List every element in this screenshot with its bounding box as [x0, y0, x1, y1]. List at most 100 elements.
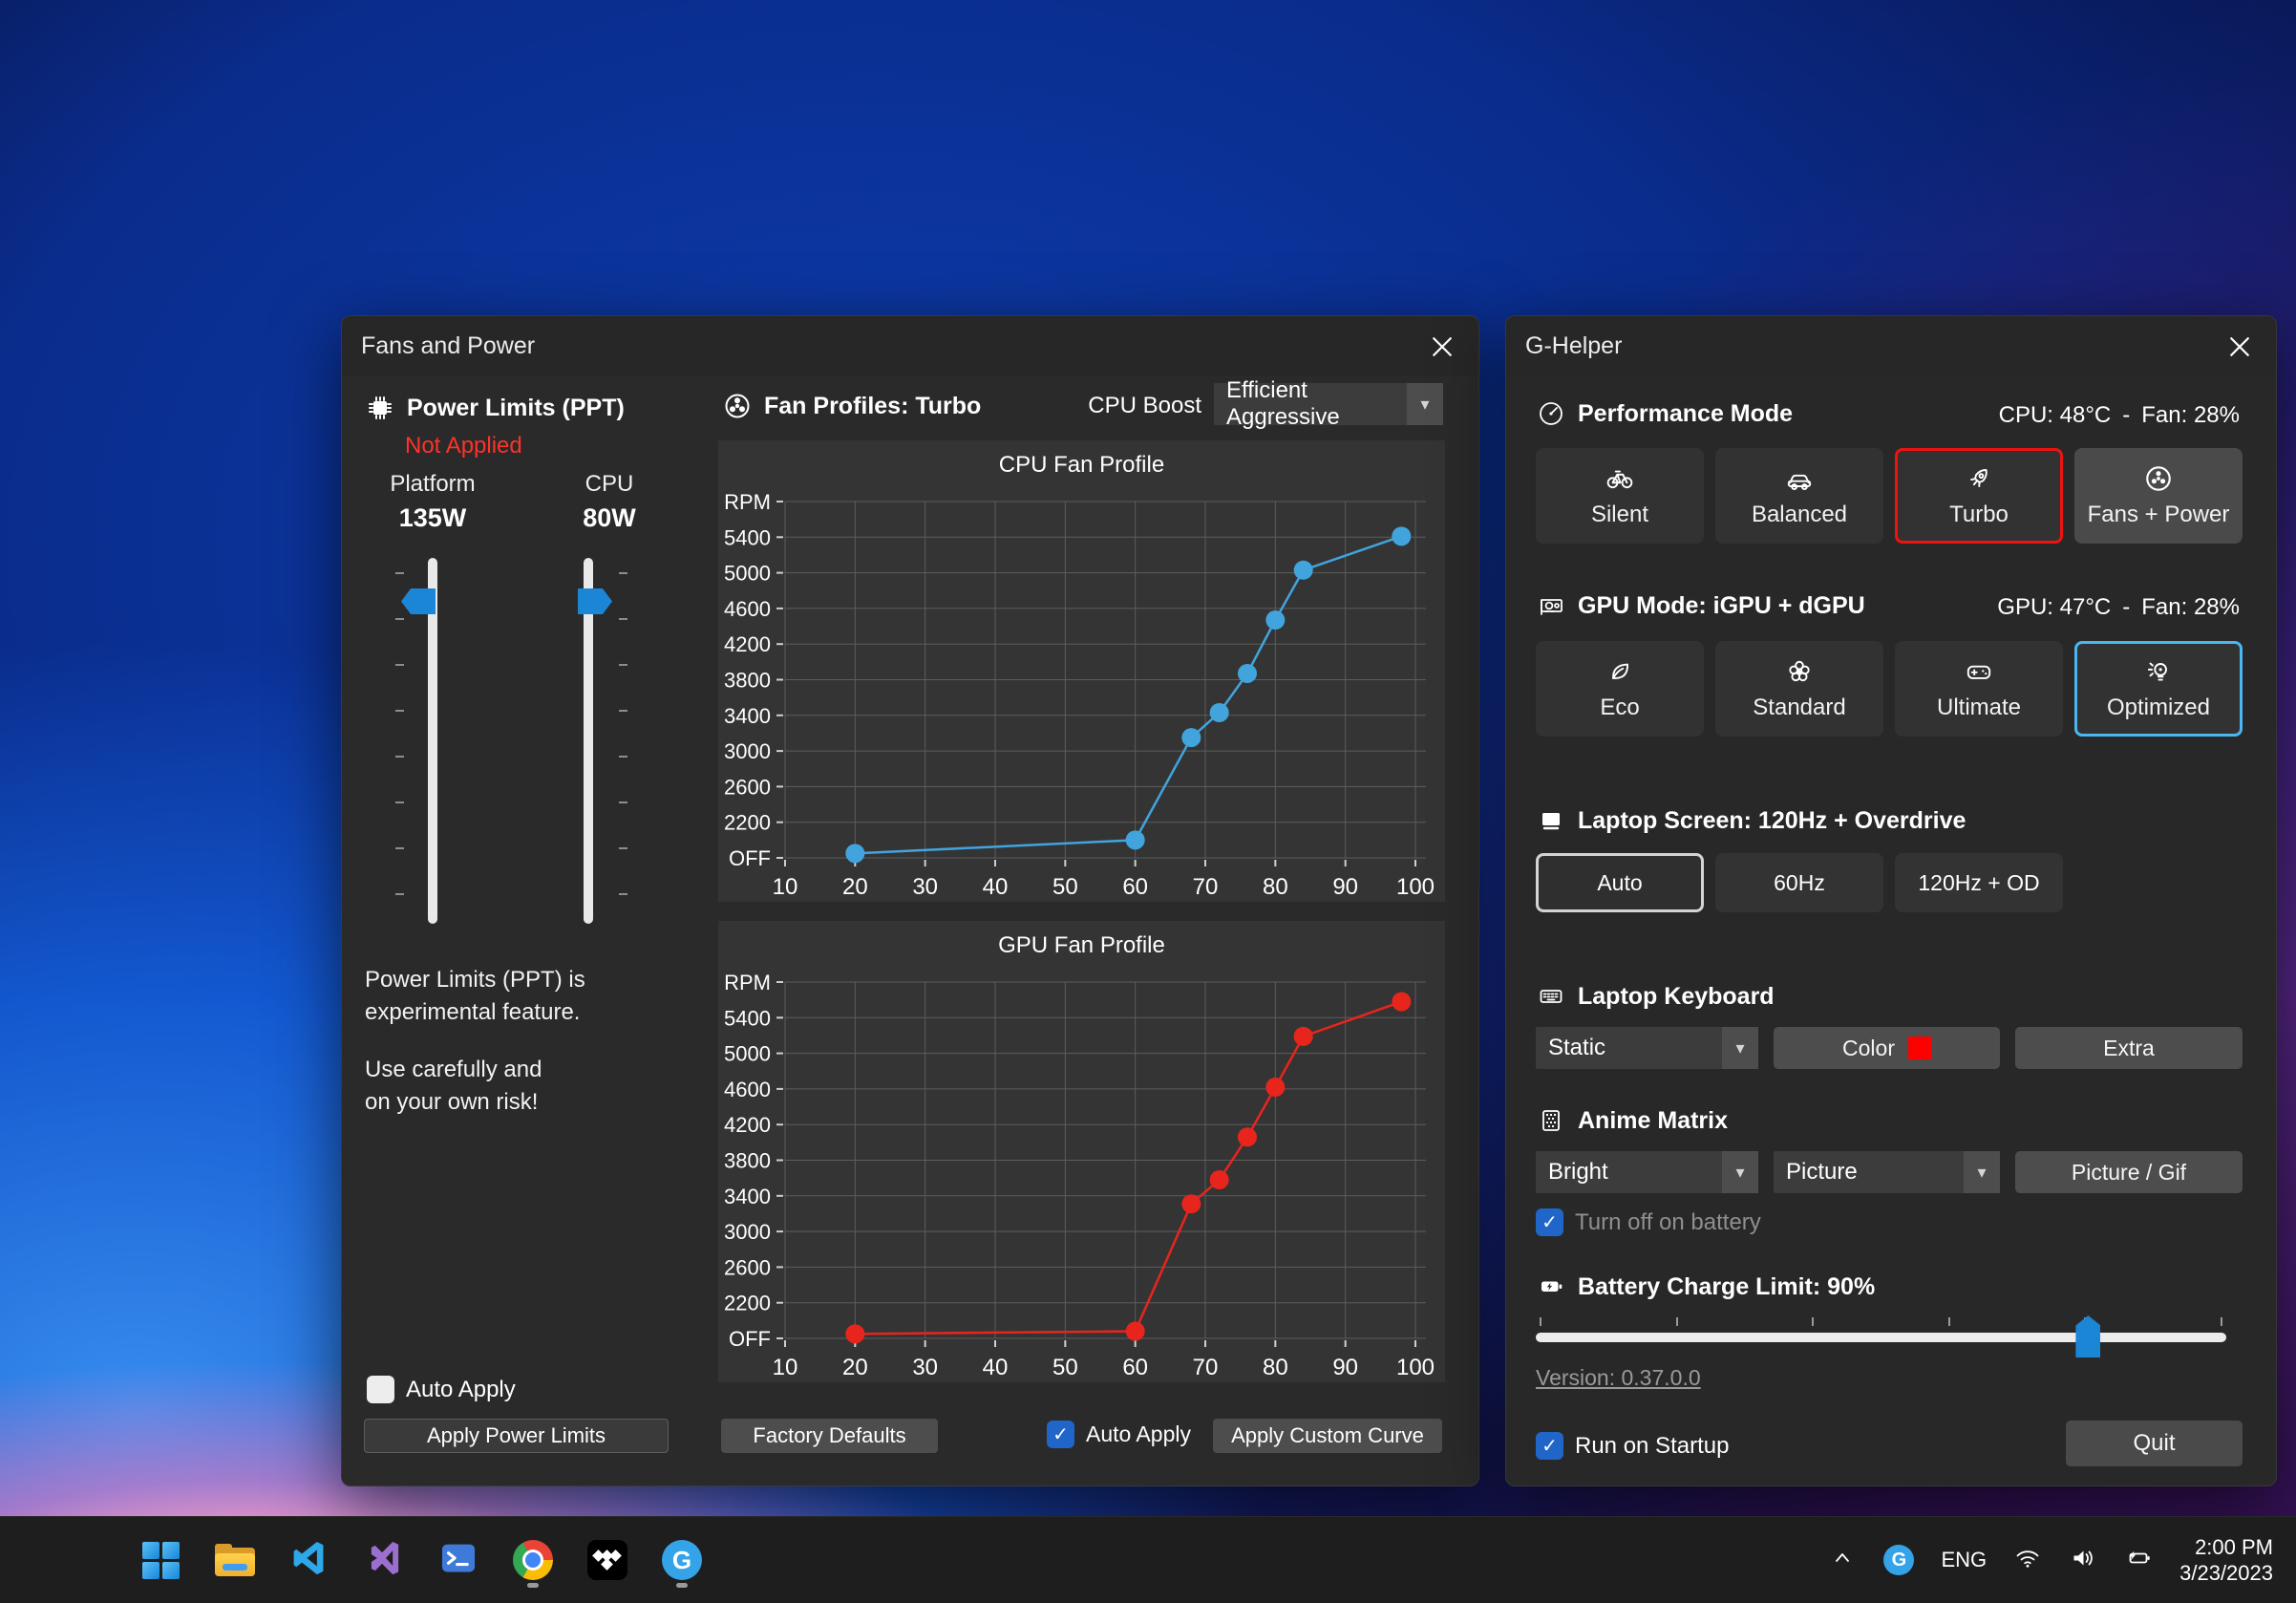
perf-mode-fans-power-button[interactable]: Fans + Power — [2074, 448, 2243, 544]
ytick-label: RPM — [724, 490, 771, 514]
chrome-button[interactable] — [506, 1528, 560, 1592]
flower-icon — [1784, 656, 1815, 687]
fan-curve-point[interactable] — [1126, 1322, 1145, 1341]
fan-curve-point[interactable] — [845, 1324, 864, 1343]
cpu-fan-chart[interactable]: OFF220026003000340038004200460050005400R… — [718, 440, 1445, 902]
fan-curve-point[interactable] — [1181, 1194, 1201, 1213]
laptop-keyboard-heading-row: Laptop Keyboard — [1536, 981, 1775, 1012]
power-auto-apply-checkbox[interactable]: Auto Apply — [367, 1376, 516, 1403]
xtick-label: 60 — [1122, 1355, 1148, 1380]
cpu-label: CPU — [538, 471, 681, 498]
run-on-startup-checkbox[interactable]: Run on Startup — [1536, 1432, 1729, 1460]
ytick-label: 4600 — [724, 1078, 771, 1101]
fan-curve-point[interactable] — [1294, 1027, 1313, 1046]
volume-icon[interactable] — [2069, 1544, 2097, 1577]
fan-curve-point[interactable] — [1238, 1127, 1257, 1146]
cpu-power-slider[interactable] — [584, 558, 593, 924]
rocket-icon — [1964, 463, 1994, 494]
factory-defaults-button[interactable]: Factory Defaults — [721, 1419, 938, 1453]
fan-curve-point[interactable] — [1210, 1170, 1229, 1189]
gpu-fan-chart[interactable]: OFF220026003000340038004200460050005400R… — [718, 921, 1445, 1382]
fan-curve-point[interactable] — [1238, 664, 1257, 683]
fan-curve-point[interactable] — [1294, 561, 1313, 580]
ytick-label: 3800 — [724, 669, 771, 693]
fan-curve-point[interactable] — [1126, 830, 1145, 849]
fans-window-titlebar[interactable]: Fans and Power — [342, 316, 1478, 375]
checkbox-box[interactable] — [1536, 1208, 1563, 1236]
picture-gif-button[interactable]: Picture / Gif — [2015, 1151, 2243, 1193]
platform-slider-thumb[interactable] — [401, 588, 436, 614]
cpu-boost-dropdown[interactable]: Efficient Aggressive — [1214, 383, 1443, 425]
platform-power-slider[interactable] — [428, 558, 437, 924]
keyboard-color-button[interactable]: Color — [1774, 1027, 2000, 1069]
taskbar-clock[interactable]: 2:00 PM 3/23/2023 — [2179, 1534, 2273, 1586]
checkbox-box[interactable] — [1536, 1432, 1563, 1460]
language-indicator[interactable]: ENG — [1941, 1548, 1987, 1572]
ytick-label: RPM — [724, 971, 771, 994]
start-button[interactable] — [134, 1528, 187, 1592]
apply-custom-curve-button[interactable]: Apply Custom Curve — [1213, 1419, 1442, 1453]
quit-button[interactable]: Quit — [2066, 1421, 2243, 1466]
screen-auto-button[interactable]: Auto — [1536, 853, 1704, 912]
fan-curve-point[interactable] — [1392, 993, 1411, 1012]
xtick-label: 90 — [1332, 874, 1358, 900]
gpu-mode-standard-button[interactable]: Standard — [1715, 641, 1883, 737]
visual-studio-icon — [364, 1538, 404, 1583]
performance-mode-heading-row: Performance Mode — [1536, 398, 1793, 429]
terminal-button[interactable] — [432, 1528, 485, 1592]
fan-curve-point[interactable] — [1265, 1078, 1285, 1097]
file-explorer-button[interactable] — [208, 1528, 262, 1592]
g-helper-tray-icon[interactable] — [1883, 1545, 1914, 1575]
fan-curve-point[interactable] — [1181, 728, 1201, 747]
vscode-button[interactable] — [283, 1528, 336, 1592]
g-helper-close-button[interactable] — [2224, 331, 2255, 362]
tidal-icon — [587, 1540, 627, 1580]
file-explorer-icon — [215, 1544, 255, 1576]
matrix-content-dropdown[interactable]: Picture — [1774, 1151, 2000, 1193]
perf-mode-silent-button[interactable]: Silent — [1536, 448, 1704, 544]
chevron-down-icon[interactable] — [1722, 1151, 1758, 1193]
g-helper-titlebar[interactable]: G-Helper — [1506, 316, 2276, 375]
battery-limit-slider[interactable] — [1536, 1333, 2226, 1342]
fan-curve-point[interactable] — [1265, 610, 1285, 630]
curve-auto-apply-checkbox[interactable]: Auto Apply — [1047, 1421, 1191, 1448]
slider-tick — [1676, 1317, 1678, 1326]
cpu-slider-thumb[interactable] — [578, 588, 612, 614]
apply-power-limits-button[interactable]: Apply Power Limits — [364, 1419, 669, 1453]
ytick-label: OFF — [729, 846, 771, 870]
power-limits-heading: Power Limits (PPT) — [407, 395, 625, 422]
xtick-label: 40 — [983, 1355, 1009, 1380]
tray-chevron-up-icon[interactable] — [1828, 1544, 1857, 1577]
version-link[interactable]: Version: 0.37.0.0 — [1536, 1365, 1701, 1391]
checkbox-box[interactable] — [367, 1376, 394, 1403]
fan-curve-point[interactable] — [845, 844, 864, 863]
gpu-mode-optimized-button[interactable]: Optimized — [2074, 641, 2243, 737]
fan-curve-point[interactable] — [1210, 703, 1229, 722]
screen-120hz-od-button[interactable]: 120Hz + OD — [1895, 853, 2063, 912]
gpu-mode-ultimate-button[interactable]: Ultimate — [1895, 641, 2063, 737]
platform-value: 135W — [361, 503, 504, 533]
turn-off-on-battery-checkbox[interactable]: Turn off on battery — [1536, 1208, 1761, 1236]
checkbox-box[interactable] — [1047, 1421, 1074, 1448]
chevron-down-icon[interactable] — [1407, 383, 1443, 425]
chevron-down-icon[interactable] — [1722, 1027, 1758, 1069]
ytick-label: OFF — [729, 1327, 771, 1351]
wifi-icon[interactable] — [2013, 1544, 2042, 1577]
battery-tray-icon[interactable] — [2124, 1544, 2153, 1577]
tidal-button[interactable] — [581, 1528, 634, 1592]
platform-limit-group: Platform 135W — [361, 471, 504, 533]
matrix-brightness-dropdown[interactable]: Bright — [1536, 1151, 1758, 1193]
keyboard-extra-button[interactable]: Extra — [2015, 1027, 2243, 1069]
fan-curve-point[interactable] — [1392, 526, 1411, 545]
perf-mode-turbo-button[interactable]: Turbo — [1895, 448, 2063, 544]
chevron-down-icon[interactable] — [1964, 1151, 2000, 1193]
screen-60hz-button[interactable]: 60Hz — [1715, 853, 1883, 912]
visual-studio-button[interactable] — [357, 1528, 411, 1592]
g-helper-taskbar-button[interactable] — [655, 1528, 709, 1592]
gpu-mode-eco-button[interactable]: Eco — [1536, 641, 1704, 737]
clock-time: 2:00 PM — [2179, 1534, 2273, 1560]
perf-mode-balanced-button[interactable]: Balanced — [1715, 448, 1883, 544]
keyboard-mode-dropdown[interactable]: Static — [1536, 1027, 1758, 1069]
system-tray: ENG 2:00 PM 3/23/2023 — [1828, 1534, 2296, 1586]
fans-window-close-button[interactable] — [1427, 331, 1457, 362]
